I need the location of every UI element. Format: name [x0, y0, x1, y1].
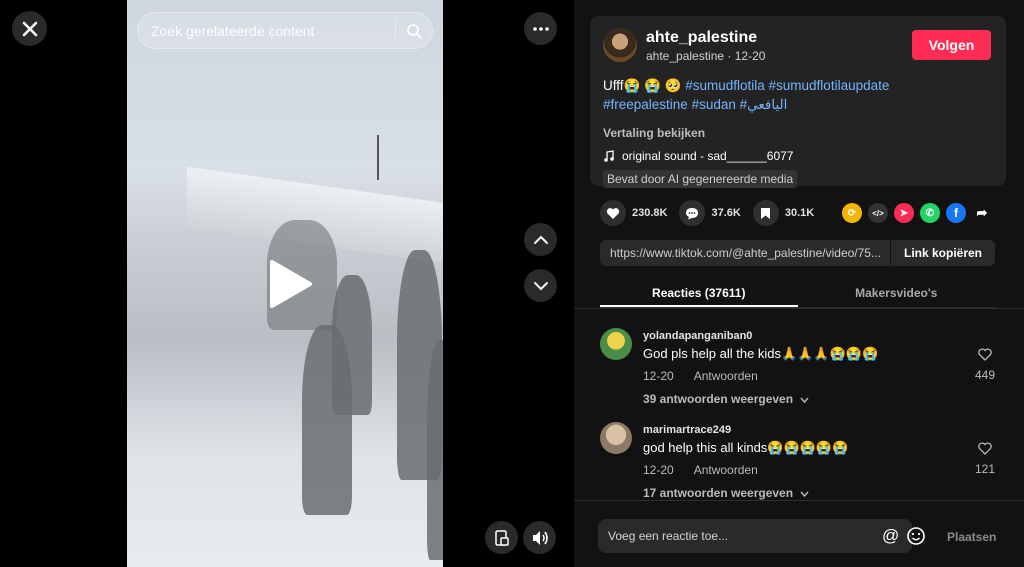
hashtag-link[interactable]: #sudan	[692, 97, 736, 112]
hashtag-link[interactable]: #اليافعي	[740, 97, 788, 112]
send-icon[interactable]: ➤	[894, 203, 914, 223]
share-url[interactable]: https://www.tiktok.com/@ahte_palestine/v…	[600, 246, 890, 260]
share-link-bar: https://www.tiktok.com/@ahte_palestine/v…	[600, 240, 995, 266]
search-icon[interactable]	[406, 23, 422, 39]
post-handle: ahte_palestine	[646, 49, 725, 63]
search-divider	[395, 19, 396, 42]
play-icon[interactable]	[262, 256, 318, 312]
reply-button[interactable]: Antwoorden	[694, 369, 758, 383]
post-date: 12-20	[734, 49, 766, 63]
tiktok-video-view: ahte_palestine ahte_palestine · 12-20 Vo…	[0, 0, 1024, 567]
comment-meta: 12-20 Antwoorden	[643, 463, 758, 477]
hashtag-link[interactable]: #sumudflotilaupdate	[769, 78, 890, 93]
floating-player-button[interactable]	[485, 521, 518, 554]
engagement-stats: 230.8K 37.6K 30.1K	[600, 200, 826, 226]
comment-like-button[interactable]: 121	[970, 442, 1000, 476]
tabs-divider	[574, 308, 1024, 309]
repost-icon[interactable]: ⟳	[842, 203, 862, 223]
tab-comments[interactable]: Reacties (37611)	[600, 278, 798, 307]
details-panel: ahte_palestine ahte_palestine · 12-20 Vo…	[574, 0, 1024, 567]
comment-text: god help this all kinds😭😭😭😭😭	[643, 440, 849, 455]
comment-date: 12-20	[643, 463, 674, 477]
view-replies-button[interactable]: 39 antwoorden weergeven	[643, 392, 809, 406]
chevron-down-icon	[800, 397, 809, 404]
ai-content-label: Bevat door AI gegenereerde media	[603, 170, 798, 188]
like-count: 230.8K	[632, 207, 668, 219]
comment-input-box: @	[598, 519, 925, 553]
related-search-bar	[137, 12, 433, 49]
bookmark-icon	[761, 207, 771, 219]
comment-input[interactable]	[608, 529, 858, 543]
hashtag-link[interactable]: #sumudflotila	[685, 78, 765, 93]
chevron-down-icon	[533, 281, 548, 290]
child-figure	[332, 275, 372, 415]
flag-pole	[377, 135, 379, 180]
sound-name: original sound - sad______6077	[622, 149, 794, 163]
post-meta: ahte_palestine · 12-20	[646, 49, 766, 63]
heart-outline-icon	[978, 442, 992, 455]
related-search-input[interactable]	[151, 22, 389, 39]
comment-text: God pls help all the kids🙏🙏🙏😭😭😭	[643, 346, 879, 361]
post-username[interactable]: ahte_palestine	[646, 29, 757, 47]
close-button[interactable]	[12, 11, 47, 46]
more-icon	[532, 26, 549, 31]
video-player-area	[0, 0, 574, 567]
floating-player-icon	[494, 529, 509, 546]
comment-icon	[686, 207, 699, 219]
comment-composer: @ Plaatsen	[574, 500, 1024, 567]
heart-icon	[606, 207, 620, 219]
facebook-icon[interactable]: f	[946, 203, 966, 223]
hashtag-link[interactable]: #freepalestine	[603, 97, 688, 112]
view-replies-label: 39 antwoorden weergeven	[643, 392, 794, 406]
like-button[interactable]: 230.8K	[600, 200, 667, 226]
more-options-button[interactable]	[524, 12, 557, 45]
comment-date: 12-20	[643, 369, 674, 383]
child-figure	[427, 340, 443, 560]
embed-icon[interactable]: </>	[868, 203, 888, 223]
post-description: Ufff😭 😭 🥺 #sumudflotila #sumudflotilaupd…	[603, 76, 993, 114]
tab-creator-videos[interactable]: Makersvideo's	[798, 278, 996, 307]
avatar[interactable]	[603, 28, 637, 62]
view-replies-label: 17 antwoorden weergeven	[643, 486, 794, 500]
share-more-icon[interactable]: ➦	[972, 203, 992, 223]
chevron-up-icon	[533, 235, 548, 244]
reply-button[interactable]: Antwoorden	[694, 463, 758, 477]
comment-count: 37.6K	[711, 207, 741, 219]
emoji-icon[interactable]	[906, 526, 926, 546]
comment-username[interactable]: marimartrace249	[643, 424, 731, 436]
whatsapp-icon[interactable]: ✆	[920, 203, 940, 223]
comment-like-count: 449	[974, 368, 996, 382]
copy-link-button[interactable]: Link kopiëren	[890, 240, 995, 266]
save-count: 30.1K	[784, 207, 815, 219]
mention-icon[interactable]: @	[882, 526, 899, 546]
volume-button[interactable]	[523, 521, 556, 554]
previous-video-button[interactable]	[524, 223, 557, 256]
music-note-icon	[604, 150, 614, 162]
volume-icon	[532, 530, 548, 545]
comment-like-count: 121	[974, 462, 996, 476]
save-button[interactable]: 30.1K	[752, 200, 815, 226]
comment-item: yolandapanganiban0 God pls help all the …	[600, 328, 1000, 408]
description-text: Ufff😭 😭 🥺	[603, 78, 682, 93]
post-info-card: ahte_palestine ahte_palestine · 12-20 Vo…	[590, 16, 1006, 188]
comment-like-button[interactable]: 449	[970, 348, 1000, 382]
translate-link[interactable]: Vertaling bekijken	[603, 126, 705, 140]
comment-button[interactable]: 37.6K	[679, 200, 741, 226]
sound-link[interactable]: original sound - sad______6077	[603, 149, 793, 163]
chevron-down-icon	[800, 491, 809, 498]
view-replies-button[interactable]: 17 antwoorden weergeven	[643, 486, 809, 500]
heart-outline-icon	[978, 348, 992, 361]
avatar[interactable]	[600, 328, 632, 360]
post-comment-button[interactable]: Plaatsen	[947, 530, 996, 544]
share-options: ⟳ </> ➤ ✆ f ➦	[842, 203, 992, 223]
comment-username[interactable]: yolandapanganiban0	[643, 330, 752, 342]
close-icon	[22, 21, 37, 36]
comment-meta: 12-20 Antwoorden	[643, 369, 758, 383]
avatar[interactable]	[600, 422, 632, 454]
comment-item: marimartrace249 god help this all kinds😭…	[600, 422, 1000, 502]
next-video-button[interactable]	[524, 269, 557, 302]
panel-tabs: Reacties (37611) Makersvideo's	[600, 278, 995, 308]
follow-button[interactable]: Volgen	[912, 30, 991, 60]
